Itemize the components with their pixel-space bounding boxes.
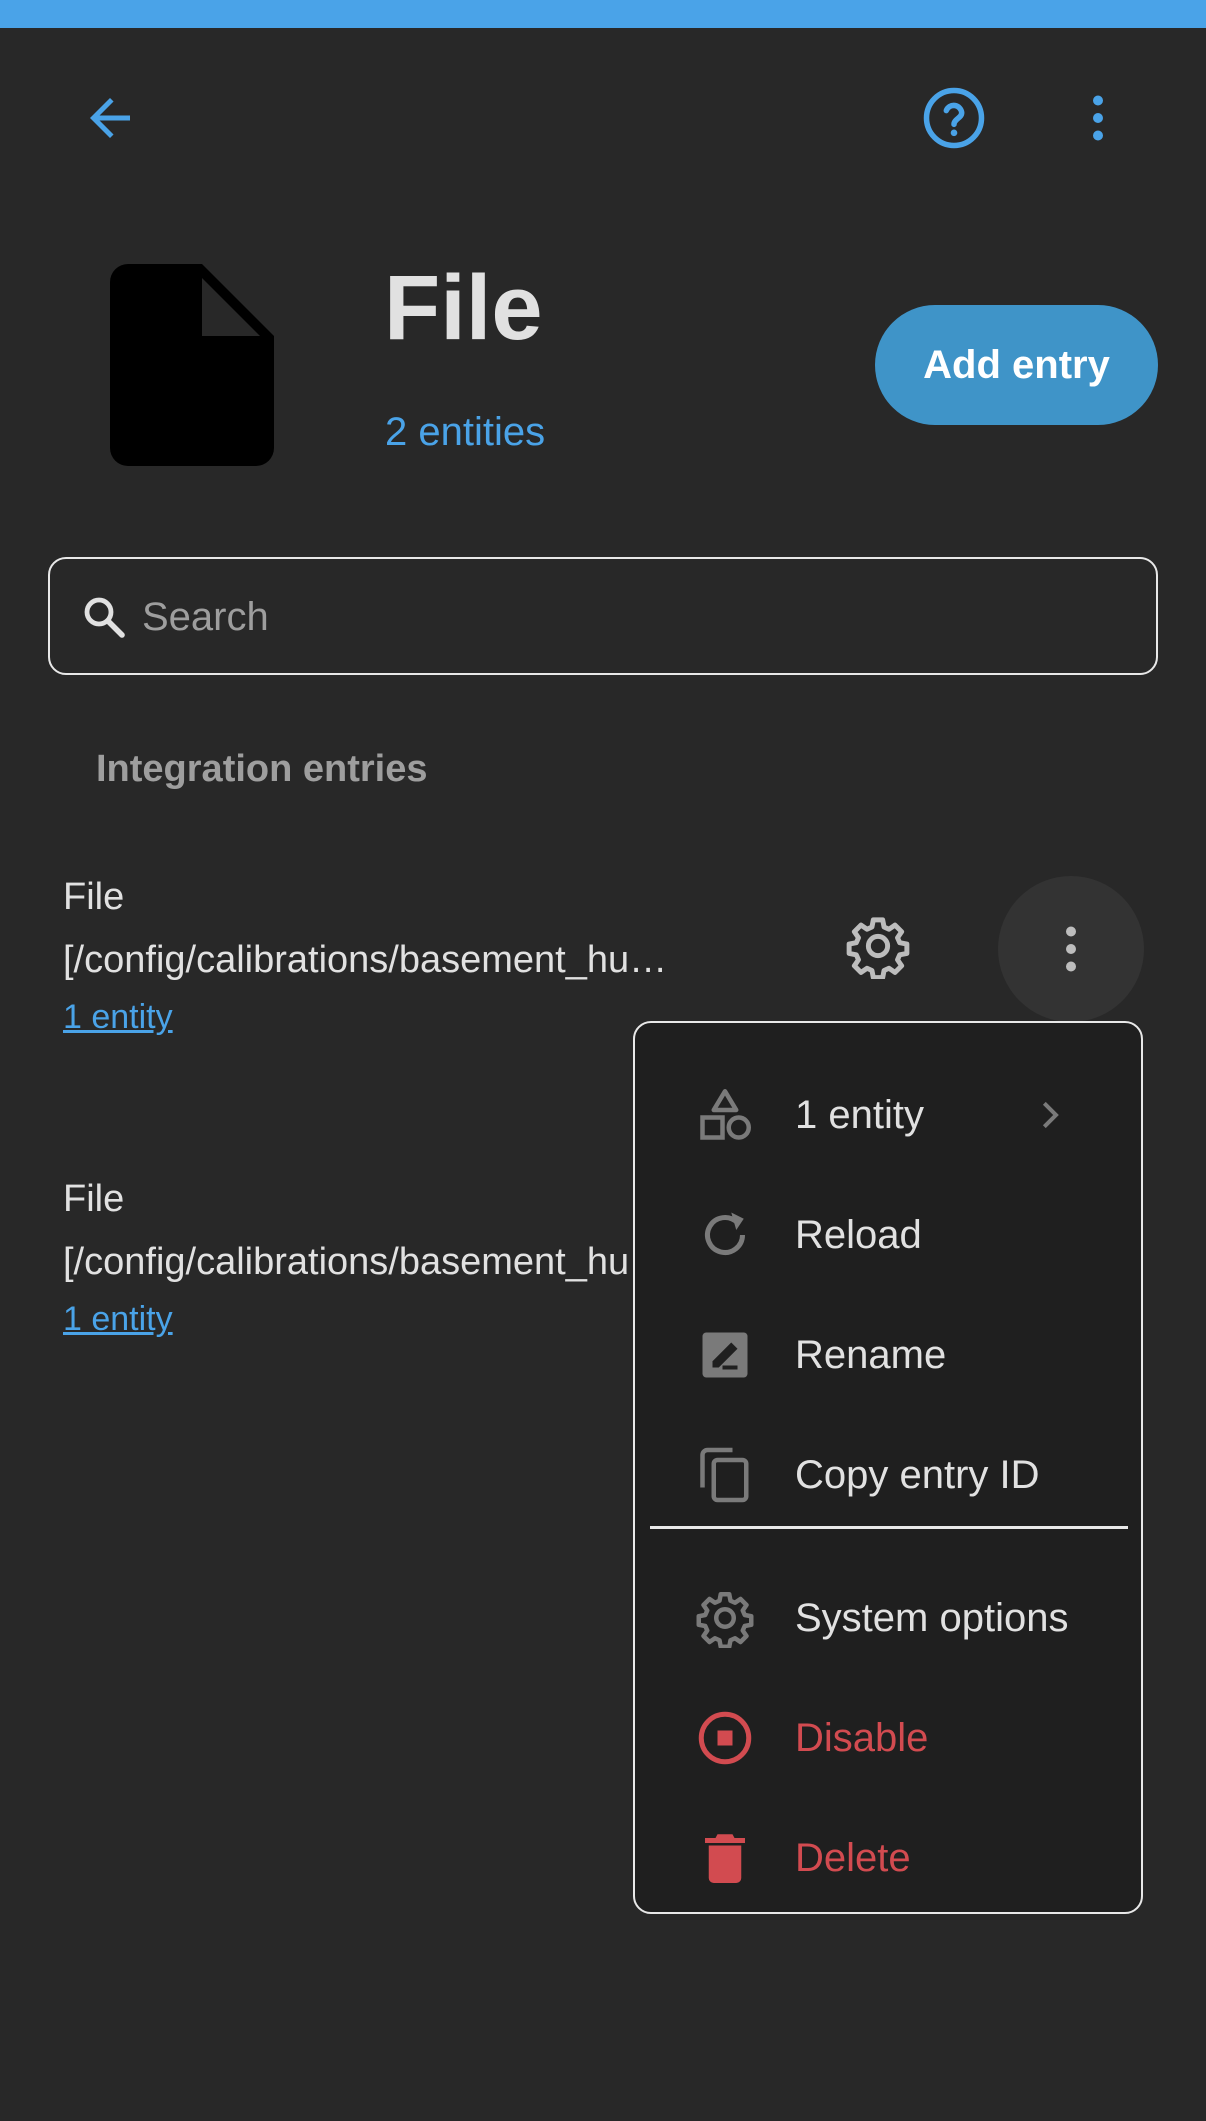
- gear-icon[interactable]: [845, 913, 911, 979]
- menu-item-label: 1 entity: [795, 1092, 924, 1137]
- menu-item-label: Delete: [795, 1835, 911, 1880]
- stop-circle-icon: [698, 1711, 752, 1765]
- entry-context-menu: 1 entity Reload Rename Copy entry ID Sys…: [633, 1021, 1143, 1914]
- back-button[interactable]: [68, 76, 152, 160]
- chevron-right-icon: [1042, 1101, 1059, 1129]
- gear-icon: [696, 1592, 754, 1648]
- arrow-left-icon: [90, 98, 130, 138]
- menu-item-reload[interactable]: Reload: [635, 1180, 1141, 1290]
- search-icon: [84, 597, 125, 638]
- menu-item-rename[interactable]: Rename: [635, 1300, 1141, 1410]
- entry-name-line2: [/config/calibrations/basement_hu…: [63, 939, 668, 981]
- search-input[interactable]: [142, 579, 1122, 655]
- overflow-menu-button[interactable]: [1056, 76, 1140, 160]
- help-circle-icon: [923, 87, 985, 149]
- menu-divider: [650, 1526, 1128, 1529]
- rename-icon: [702, 1332, 748, 1378]
- dots-vertical-icon: [1093, 95, 1103, 141]
- menu-item-system-options[interactable]: System options: [635, 1563, 1141, 1673]
- add-entry-button[interactable]: Add entry: [875, 305, 1158, 425]
- integration-title: File: [384, 257, 543, 359]
- menu-item-label: Rename: [795, 1332, 947, 1377]
- entry-overflow-button[interactable]: [998, 876, 1144, 1022]
- status-bar: [0, 0, 1206, 28]
- section-heading: Integration entries: [96, 748, 428, 790]
- entry-name-line1: File: [63, 876, 125, 918]
- help-button[interactable]: [912, 76, 996, 160]
- menu-item-copy-entry-id[interactable]: Copy entry ID: [635, 1420, 1141, 1530]
- menu-item-delete[interactable]: Delete: [635, 1803, 1141, 1913]
- menu-item-label: Disable: [795, 1715, 929, 1760]
- menu-item-label: System options: [795, 1595, 1069, 1640]
- entry-entities-link[interactable]: 1 entity: [63, 998, 173, 1037]
- menu-item-label: Copy entry ID: [795, 1452, 1040, 1497]
- trash-icon: [705, 1834, 745, 1883]
- search-box[interactable]: [48, 557, 1158, 675]
- dots-vertical-icon: [1066, 926, 1076, 972]
- menu-item-disable[interactable]: Disable: [635, 1683, 1141, 1793]
- list-item[interactable]: File [/config/calibrations/basement_hu… …: [63, 866, 763, 1037]
- shapes-icon: [700, 1089, 751, 1140]
- entities-count-link[interactable]: 2 entities: [385, 410, 545, 455]
- copy-icon: [700, 1447, 749, 1503]
- menu-item-entities[interactable]: 1 entity: [635, 1060, 1141, 1170]
- entry-entities-link[interactable]: 1 entity: [63, 1300, 173, 1339]
- reload-icon: [705, 1212, 745, 1255]
- menu-item-label: Reload: [795, 1212, 922, 1257]
- file-document-icon: [110, 264, 274, 466]
